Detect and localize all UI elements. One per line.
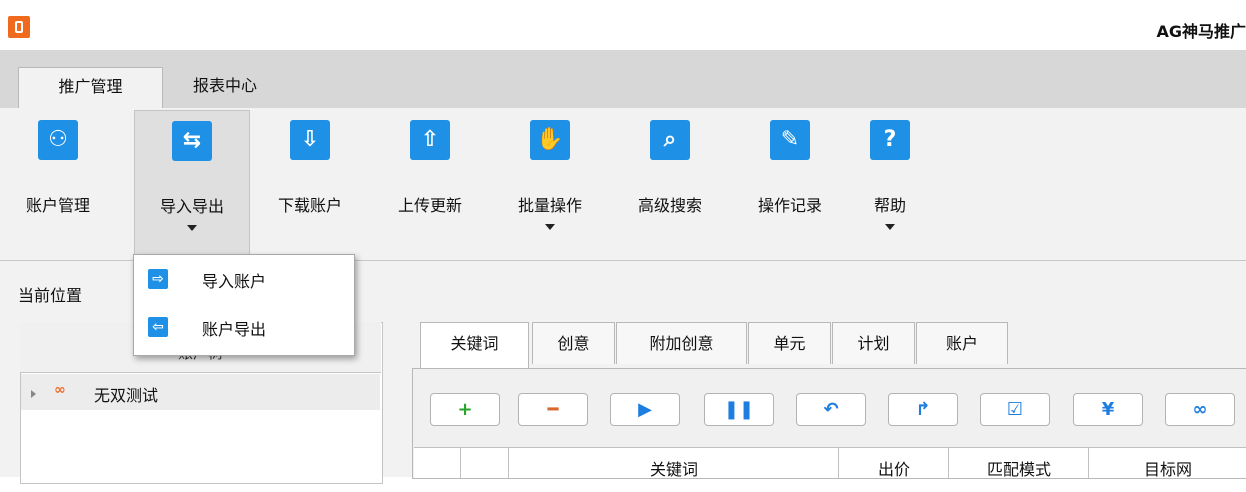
play-icon: ▶	[638, 399, 652, 420]
expand-arrow-icon[interactable]	[31, 390, 36, 398]
batch-operation-button[interactable]: ✋ 批量操作	[494, 110, 606, 256]
upload-icon: ⇧	[410, 120, 450, 160]
redo-icon: ↱	[915, 399, 931, 420]
dropdown-arrow-icon	[885, 224, 895, 230]
title-bar: AG神马推广	[0, 0, 1246, 50]
edit-icon: ☑	[1006, 399, 1024, 420]
tree-item[interactable]	[21, 374, 380, 410]
tab-report-center[interactable]: 报表中心	[175, 67, 275, 109]
tab-plans[interactable]: 计划	[832, 322, 915, 364]
grid-header: 关键词 出价 匹配模式 目标网	[414, 447, 1246, 479]
batch-icon: ✋	[530, 120, 570, 160]
bid-button[interactable]: ¥	[1073, 393, 1143, 426]
add-button[interactable]: +	[430, 393, 500, 426]
import-icon: ⇨	[148, 269, 168, 289]
help-icon: ?	[870, 120, 910, 160]
grid-col-keyword[interactable]: 关键词	[508, 448, 839, 479]
menu-item-import-account[interactable]: ⇨ 导入账户	[134, 261, 354, 297]
tab-promotion-management[interactable]: 推广管理	[18, 67, 163, 110]
tab-extra-creatives[interactable]: 附加创意	[616, 322, 747, 364]
pause-icon: ❚❚	[723, 399, 755, 420]
person-icon: ⚇	[38, 120, 78, 160]
grid-col-target-url[interactable]: 目标网	[1088, 448, 1246, 479]
grid-col-bid[interactable]: 出价	[838, 448, 949, 479]
import-export-menu: ⇨ 导入账户 ⇦ 账户导出	[133, 254, 355, 356]
delete-button[interactable]: ━	[518, 393, 588, 426]
search-doc-icon: ⌕	[650, 120, 690, 160]
link-icon: ∞	[1192, 399, 1208, 420]
location-label: 当前位置	[18, 286, 83, 305]
tab-units[interactable]: 单元	[748, 322, 831, 364]
dropdown-arrow-icon	[187, 225, 197, 231]
minus-icon: ━	[547, 399, 559, 420]
export-icon: ⇦	[148, 317, 168, 337]
download-account-icon: ⇩	[290, 120, 330, 160]
advanced-search-button[interactable]: ⌕ 高级搜索	[614, 110, 726, 256]
app-logo-icon	[8, 16, 30, 38]
plus-icon: +	[457, 399, 473, 420]
redo-button[interactable]: ↱	[888, 393, 958, 426]
import-export-button[interactable]: ⇆ 导入导出	[134, 110, 250, 256]
upload-update-button[interactable]: ⇧ 上传更新	[374, 110, 486, 256]
grid-col-checkbox[interactable]	[414, 448, 460, 478]
pause-button[interactable]: ❚❚	[704, 393, 774, 426]
undo-button[interactable]: ↶	[796, 393, 866, 426]
operation-log-button[interactable]: ✎ 操作记录	[734, 110, 846, 256]
enable-button[interactable]: ▶	[610, 393, 680, 426]
grid-col-status[interactable]	[460, 448, 509, 478]
tab-creatives[interactable]: 创意	[532, 322, 615, 364]
help-button[interactable]: ? 帮助	[834, 110, 946, 256]
undo-icon: ↶	[823, 399, 839, 420]
import-export-icon: ⇆	[172, 121, 212, 161]
edit-log-icon: ✎	[770, 120, 810, 160]
account-icon: ∞	[54, 382, 66, 398]
app-title: AG神马推广	[1156, 22, 1246, 41]
tab-keywords[interactable]: 关键词	[420, 322, 529, 369]
yen-icon: ¥	[1101, 399, 1115, 420]
tree-item-label: 无双测试	[94, 386, 159, 405]
download-account-button[interactable]: ⇩ 下载账户	[254, 110, 366, 256]
grid-col-match-type[interactable]: 匹配模式	[948, 448, 1089, 479]
edit-button[interactable]: ☑	[980, 393, 1050, 426]
tab-accounts[interactable]: 账户	[916, 322, 1008, 364]
menu-item-export-account[interactable]: ⇦ 账户导出	[134, 309, 354, 345]
link-button[interactable]: ∞	[1165, 393, 1235, 426]
account-management-button[interactable]: ⚇ 账户管理	[2, 110, 114, 256]
dropdown-arrow-icon	[545, 224, 555, 230]
